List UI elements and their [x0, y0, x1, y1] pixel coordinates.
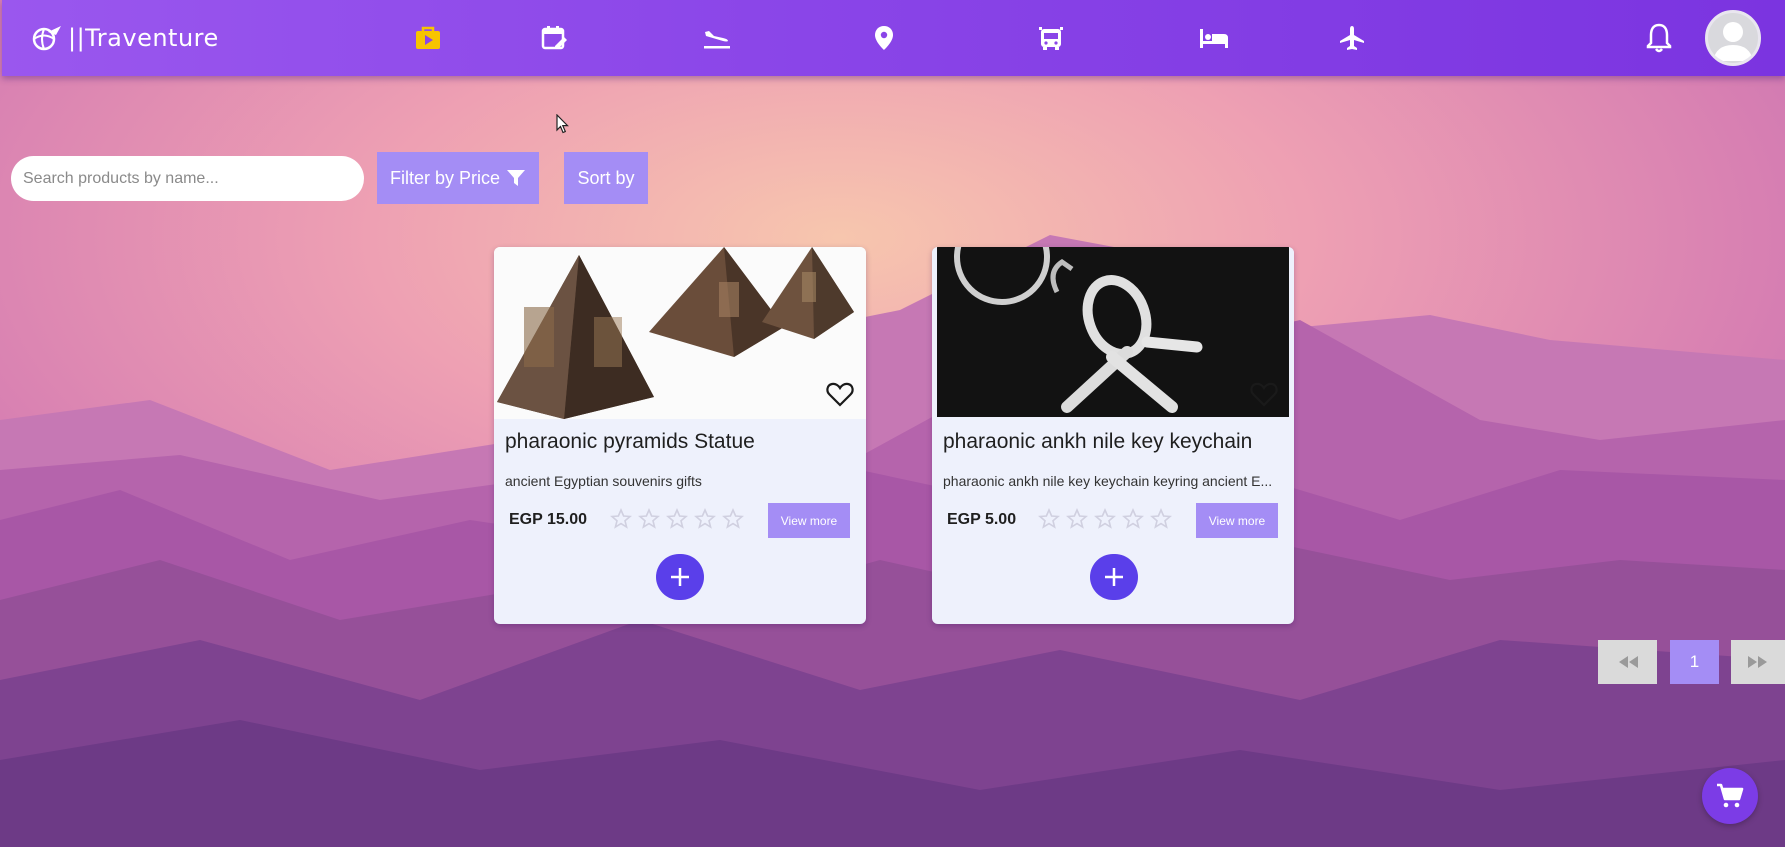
rating-stars	[1038, 508, 1172, 530]
star-icon[interactable]	[1038, 508, 1060, 530]
user-avatar[interactable]	[1705, 10, 1761, 66]
sort-by-button[interactable]: Sort by	[564, 152, 648, 204]
fast-forward-icon	[1748, 656, 1767, 668]
pyramids-photo	[494, 247, 866, 419]
rewind-icon	[1618, 656, 1638, 668]
bell-icon	[1646, 23, 1672, 53]
ankh-keychain-photo	[932, 247, 1294, 419]
top-navbar: ||Traventure	[2, 0, 1785, 76]
product-description: pharaonic ankh nile key keychain keyring…	[943, 473, 1273, 489]
product-description: ancient Egyptian souvenirs gifts	[505, 473, 702, 489]
background-scene	[0, 0, 1785, 847]
brand-name: ||Traventure	[68, 24, 219, 52]
brand-logo[interactable]: ||Traventure	[30, 22, 219, 54]
add-to-cart-button[interactable]	[656, 554, 704, 600]
view-more-button[interactable]: View more	[768, 503, 850, 538]
product-price: EGP 15.00	[509, 511, 587, 528]
rating-stars	[610, 508, 744, 530]
bed-icon	[1200, 29, 1228, 48]
airplane-icon	[1340, 26, 1364, 50]
funnel-icon	[507, 170, 526, 186]
filter-by-price-label: Filter by Price	[389, 167, 501, 188]
product-card: pharaonic ankh nile key keychain pharaon…	[932, 247, 1294, 624]
star-icon[interactable]	[1150, 508, 1172, 530]
product-card: pharaonic pyramids Statue ancient Egypti…	[494, 247, 866, 624]
flight-land-icon	[704, 31, 730, 49]
nav-flights-button[interactable]	[701, 22, 733, 54]
search-products-input[interactable]	[11, 156, 364, 201]
product-title: pharaonic pyramids Statue	[505, 430, 755, 453]
star-icon[interactable]	[722, 508, 744, 530]
plus-icon	[671, 568, 689, 586]
mouse-cursor-icon	[556, 114, 569, 134]
pagination-next-button[interactable]	[1731, 640, 1785, 684]
heart-outline-icon	[1250, 382, 1278, 407]
product-image-ankh-keychain[interactable]	[932, 247, 1294, 419]
product-price: EGP 5.00	[947, 511, 1017, 528]
nav-planner-button[interactable]	[538, 22, 570, 54]
bus-icon	[1039, 27, 1063, 50]
add-to-cart-button[interactable]	[1090, 554, 1138, 600]
globe-plane-logo-icon	[32, 26, 61, 51]
user-placeholder-icon	[1713, 22, 1753, 61]
product-image-pyramids[interactable]	[494, 247, 866, 419]
star-icon[interactable]	[1094, 508, 1116, 530]
nav-shop-button[interactable]	[412, 22, 444, 54]
pagination-previous-button[interactable]	[1598, 640, 1657, 684]
nav-airline-button[interactable]	[1336, 22, 1368, 54]
heart-outline-icon	[826, 382, 854, 407]
shopping-cart-icon	[1717, 783, 1744, 808]
filter-by-price-button[interactable]: Filter by Price	[377, 152, 539, 204]
favorite-button[interactable]	[1250, 380, 1278, 408]
star-icon[interactable]	[1122, 508, 1144, 530]
view-more-button[interactable]: View more	[1196, 503, 1278, 538]
star-icon[interactable]	[694, 508, 716, 530]
pagination-page-current[interactable]: 1	[1670, 640, 1719, 684]
plus-icon	[1105, 568, 1123, 586]
location-pin-icon	[875, 26, 893, 50]
star-icon[interactable]	[1066, 508, 1088, 530]
notifications-button[interactable]	[1642, 20, 1676, 56]
star-icon[interactable]	[610, 508, 632, 530]
product-title: pharaonic ankh nile key keychain	[943, 430, 1253, 453]
favorite-button[interactable]	[826, 380, 854, 408]
star-icon[interactable]	[666, 508, 688, 530]
cart-button[interactable]	[1702, 768, 1758, 824]
shop-bag-icon	[416, 26, 440, 49]
calendar-edit-icon	[541, 26, 567, 50]
nav-places-button[interactable]	[868, 22, 900, 54]
nav-hotels-button[interactable]	[1198, 22, 1230, 54]
star-icon[interactable]	[638, 508, 660, 530]
nav-transport-button[interactable]	[1035, 22, 1067, 54]
